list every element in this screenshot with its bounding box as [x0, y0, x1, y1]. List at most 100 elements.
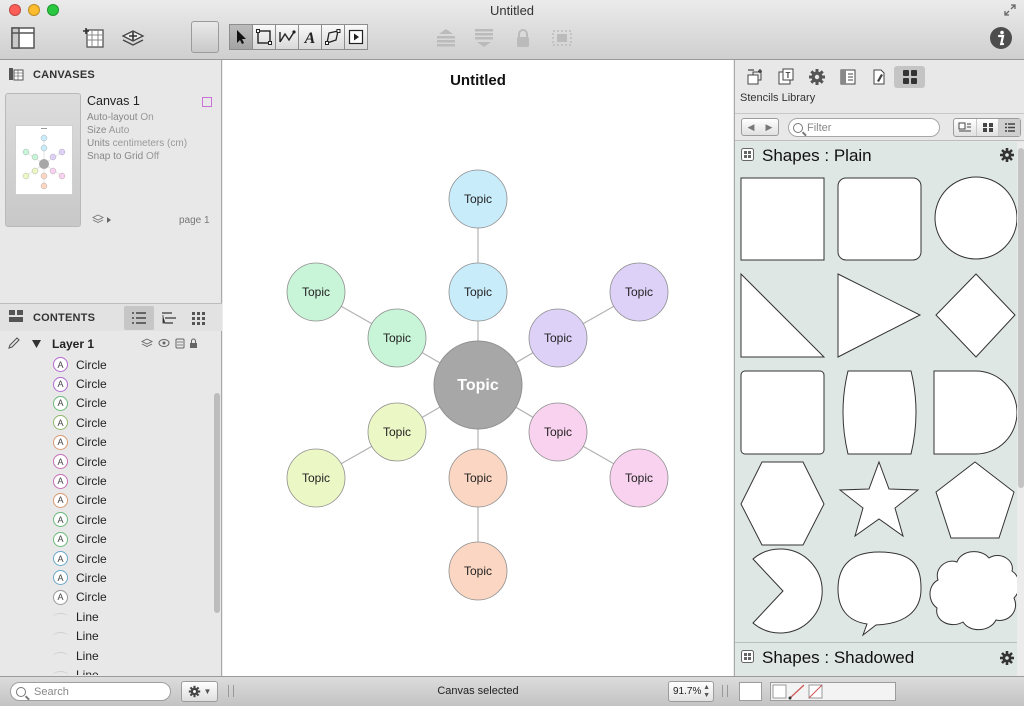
style-strip[interactable]	[770, 682, 896, 701]
topic-node[interactable]: Topic	[448, 169, 508, 229]
canvas-area[interactable]: Untitled Topic Topic Topic Topic Topic Topic T…	[223, 60, 733, 676]
line-type-icon	[53, 632, 68, 640]
stencil-scrollbar[interactable]	[1017, 142, 1024, 676]
topic-node[interactable]: Topic	[448, 541, 508, 601]
grid-view-icon[interactable]	[184, 306, 214, 330]
fullscreen-icon[interactable]	[1004, 3, 1016, 17]
fill-style-swatch[interactable]	[739, 682, 762, 701]
contents-item[interactable]: A Circle	[0, 510, 212, 529]
contents-item[interactable]: Line	[0, 646, 212, 665]
topic-node[interactable]: Topic	[528, 402, 588, 462]
split-grip[interactable]	[722, 685, 728, 697]
layers-stack-icon[interactable]	[91, 214, 112, 229]
contents-item[interactable]: A Circle	[0, 452, 212, 471]
canvas-name[interactable]: Canvas 1	[87, 94, 140, 108]
forward-arrow-icon[interactable]: ▶	[766, 122, 773, 133]
contents-item[interactable]: A Circle	[0, 568, 212, 587]
topic-node[interactable]: Topic	[286, 448, 346, 508]
gear-icon[interactable]	[999, 650, 1015, 671]
canvas-prop-units: Units centimeters (cm)	[87, 138, 187, 149]
contents-item[interactable]: A Circle	[0, 549, 212, 568]
prop-value: On	[140, 112, 154, 123]
stencil-group-header[interactable]: Shapes : Shadowed	[735, 642, 1017, 672]
inspector-info-icon[interactable]	[988, 24, 1014, 52]
topic-node[interactable]: Topic	[286, 262, 346, 322]
stepper-arrows-icon[interactable]: ▲ ▼	[703, 684, 710, 700]
stencil-circle	[934, 176, 1017, 260]
topic-label: Topic	[302, 285, 330, 299]
zoom-stepper[interactable]: 91.7% ▲ ▼	[668, 681, 714, 702]
canvas-inspector-icon[interactable]	[832, 66, 863, 88]
contents-item[interactable]: Line	[0, 626, 212, 645]
stencil-grid-view-icon[interactable]	[976, 119, 998, 136]
action-gear-menu[interactable]: ▼	[181, 681, 218, 702]
stencil-triangle	[837, 273, 922, 358]
canvas-thumbnail-card[interactable]	[5, 93, 81, 227]
contents-item[interactable]: A Circle	[0, 394, 212, 413]
bring-front-icon[interactable]	[432, 24, 460, 52]
contents-item[interactable]: A Circle	[0, 491, 212, 510]
contents-item[interactable]: A Circle	[0, 588, 212, 607]
pen-tool-icon[interactable]	[321, 24, 345, 50]
browse-tool-icon[interactable]	[344, 24, 368, 50]
contents-item[interactable]: A Circle	[0, 355, 212, 374]
lock-icon[interactable]	[512, 24, 534, 52]
topic-node[interactable]: Topic	[367, 402, 427, 462]
contents-item[interactable]: A Circle	[0, 471, 212, 490]
canvas-color-icon[interactable]	[202, 97, 212, 107]
stencils-library-icon[interactable]	[894, 66, 925, 88]
style-well[interactable]	[191, 21, 219, 53]
contents-header: CONTENTS	[0, 303, 222, 331]
contents-scrollbar[interactable]	[214, 393, 220, 613]
settings-inspector-icon[interactable]	[801, 66, 832, 88]
topic-node[interactable]: Topic	[448, 262, 508, 322]
filter-search-icon	[793, 123, 803, 133]
pencil-icon[interactable]	[8, 336, 24, 352]
send-back-icon[interactable]	[470, 24, 498, 52]
prop-value: Auto	[108, 125, 130, 136]
central-topic-node[interactable]: Topic	[433, 340, 523, 430]
contents-item[interactable]: A Circle	[0, 374, 212, 393]
selection-tool-icon[interactable]	[229, 24, 253, 50]
canvas-add-icon[interactable]	[82, 24, 108, 52]
disclosure-triangle-icon[interactable]	[32, 337, 50, 351]
contents-item-label: Circle	[76, 532, 107, 547]
back-arrow-icon[interactable]: ◀	[748, 122, 755, 133]
stencil-list-view-icon[interactable]	[998, 119, 1020, 136]
gear-icon[interactable]	[999, 147, 1015, 168]
topic-node[interactable]: Topic	[609, 448, 669, 508]
inspector-panel: T Stencils Library ◀ ▶ Shapes : Plain	[734, 60, 1024, 676]
sidebar: CANVASES Canvas 1 Auto-layout On Size Au…	[0, 60, 222, 676]
list-view-icon[interactable]	[124, 306, 154, 330]
layer-row[interactable]: Layer 1	[0, 334, 212, 354]
contents-item[interactable]: A Circle	[0, 530, 212, 549]
document-inspector-icon[interactable]	[863, 66, 894, 88]
group-icon[interactable]	[548, 24, 576, 52]
prop-value: Off	[145, 151, 160, 162]
properties-inspector-icon[interactable]: T	[770, 66, 801, 88]
text-tool-icon[interactable]: A	[298, 24, 322, 50]
contents-item[interactable]: A Circle	[0, 413, 212, 432]
topic-node[interactable]: Topic	[367, 308, 427, 368]
contents-item[interactable]: Line	[0, 665, 212, 675]
topic-node[interactable]: Topic	[528, 308, 588, 368]
stencils-library-label: Stencils Library	[740, 92, 816, 104]
layer-add-icon[interactable]	[120, 24, 146, 52]
style-inspector-icon[interactable]	[739, 66, 770, 88]
stencil-group-header[interactable]: Shapes : Plain	[735, 143, 1017, 169]
outline-view-icon[interactable]	[154, 306, 184, 330]
stencil-detail-view-icon[interactable]	[954, 119, 976, 136]
sidebar-toggle-icon[interactable]	[10, 24, 36, 52]
topic-node[interactable]: Topic	[448, 448, 508, 508]
line-tool-icon[interactable]	[275, 24, 299, 50]
layer-print-icon[interactable]	[140, 337, 197, 352]
contents-item-label: Circle	[76, 474, 107, 489]
contents-item[interactable]: A Circle	[0, 433, 212, 452]
shape-tool-icon[interactable]	[252, 24, 276, 50]
stencil-filter-input[interactable]	[788, 118, 940, 137]
contents-item[interactable]: Line	[0, 607, 212, 626]
shape-type-badge: A	[53, 454, 68, 470]
topic-node[interactable]: Topic	[609, 262, 669, 322]
stencil-scroll-thumb[interactable]	[1018, 148, 1024, 488]
contents-search-input[interactable]	[10, 682, 171, 701]
